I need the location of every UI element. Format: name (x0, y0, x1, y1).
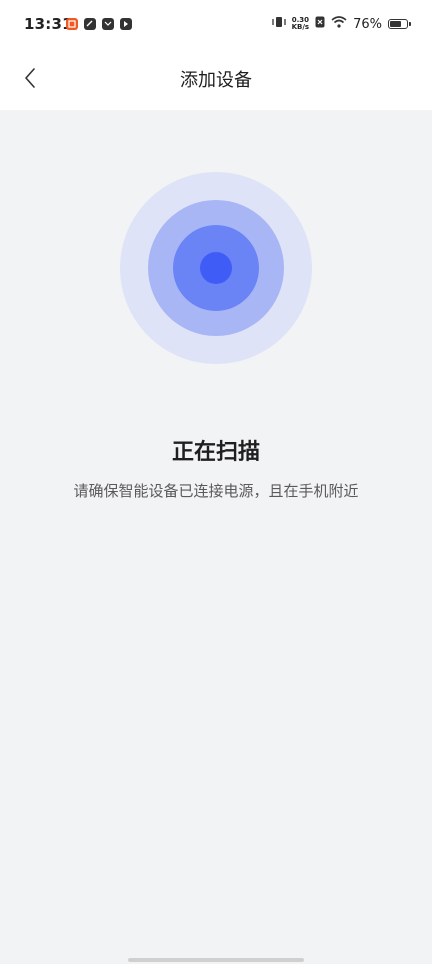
status-bar: 13:31 0.30 KB/s 76% (0, 0, 432, 50)
notification-icons (66, 18, 132, 30)
page-title: 添加设备 (180, 70, 252, 91)
net-speed-unit: KB/s (291, 23, 310, 31)
header: 添加设备 (0, 50, 432, 106)
scan-radar (120, 172, 312, 364)
vibrate-icon (271, 16, 286, 32)
battery-icon (388, 19, 411, 29)
scan-title: 正在扫描 (171, 440, 260, 465)
battery-percent: 76% (353, 16, 382, 32)
status-right: 0.30 KB/s 76% (271, 16, 411, 32)
link-app-icon (84, 18, 96, 30)
no-sim-icon (315, 16, 325, 32)
battery-fill (390, 21, 401, 27)
media-app-icon (120, 18, 132, 30)
scan-hint: 请确保智能设备已连接电源，且在手机附近 (73, 482, 359, 500)
app-badge-icon (66, 18, 78, 30)
wifi-icon (331, 16, 347, 32)
home-indicator[interactable] (128, 958, 304, 962)
net-speed: 0.30 KB/s (292, 17, 309, 31)
radar-core (200, 252, 232, 284)
mail-app-icon (102, 18, 114, 30)
